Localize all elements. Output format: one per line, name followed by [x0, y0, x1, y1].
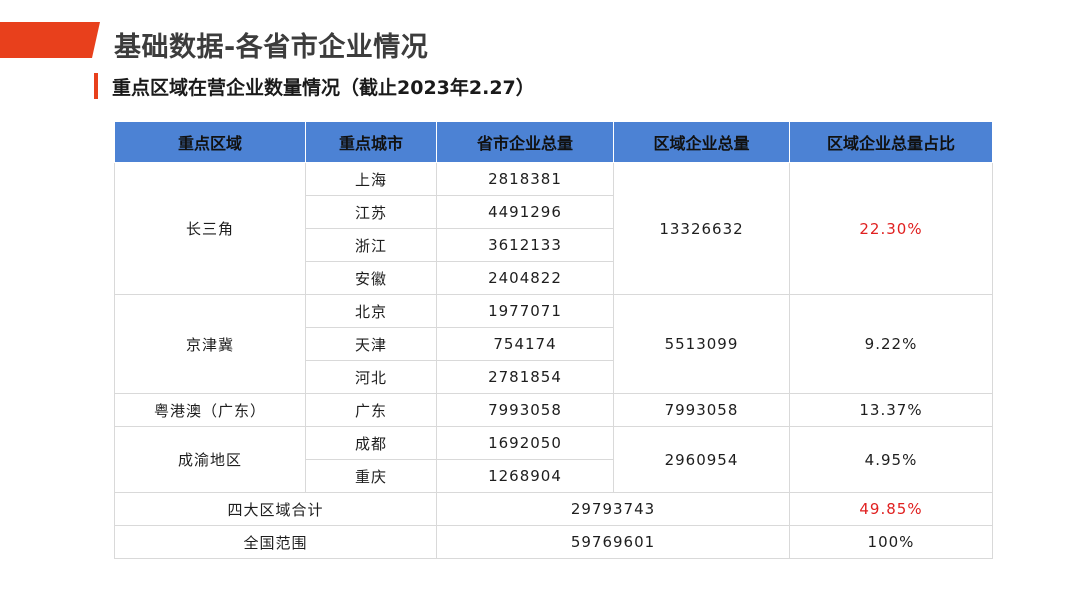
city-name: 河北 [305, 360, 437, 394]
city-count: 2818381 [436, 162, 614, 196]
region-name: 成渝地区 [114, 426, 306, 493]
city-count: 754174 [436, 327, 614, 361]
city-name: 广东 [305, 393, 437, 427]
summary-row: 全国范围 59769601 100% [114, 525, 993, 559]
city-name: 江苏 [305, 195, 437, 229]
city-count: 4491296 [436, 195, 614, 229]
enterprise-table: 重点区域 重点城市 省市企业总量 区域企业总量 区域企业总量占比 长三角 上海 … [114, 121, 993, 559]
column-header: 重点城市 [305, 121, 437, 163]
city-count: 1977071 [436, 294, 614, 328]
region-name: 长三角 [114, 162, 306, 295]
summary-value: 29793743 [436, 492, 790, 526]
city-name: 上海 [305, 162, 437, 196]
city-count: 2781854 [436, 360, 614, 394]
city-count: 1692050 [436, 426, 614, 460]
column-header: 区域企业总量 [613, 121, 790, 163]
table-row: 成渝地区 成都 1692050 2960954 4.95% [114, 426, 993, 493]
region-total: 7993058 [613, 393, 790, 427]
region-ratio: 9.22% [789, 294, 993, 394]
region-total: 2960954 [613, 426, 790, 493]
city-count: 3612133 [436, 228, 614, 262]
summary-ratio: 49.85% [789, 492, 993, 526]
region-total: 5513099 [613, 294, 790, 394]
summary-label: 四大区域合计 [114, 492, 437, 526]
table-row: 京津冀 北京 1977071 5513099 9.22% [114, 294, 993, 394]
column-header: 重点区域 [114, 121, 306, 163]
summary-value: 59769601 [436, 525, 790, 559]
page-title: 基础数据-各省市企业情况 [114, 32, 429, 63]
table-row: 长三角 上海 2818381 13326632 22.30% [114, 162, 993, 295]
column-header: 省市企业总量 [436, 121, 614, 163]
city-name: 北京 [305, 294, 437, 328]
city-count: 1268904 [436, 459, 614, 493]
city-name: 安徽 [305, 261, 437, 295]
column-header: 区域企业总量占比 [789, 121, 993, 163]
region-name: 京津冀 [114, 294, 306, 394]
summary-row: 四大区域合计 29793743 49.85% [114, 492, 993, 526]
page-subtitle: 重点区域在营企业数量情况（截止2023年2.27） [112, 77, 535, 99]
summary-ratio: 100% [789, 525, 993, 559]
summary-label: 全国范围 [114, 525, 437, 559]
subtitle-accent-bar [94, 73, 98, 99]
table-header-row: 重点区域 重点城市 省市企业总量 区域企业总量 区域企业总量占比 [114, 121, 993, 163]
city-name: 浙江 [305, 228, 437, 262]
region-name: 粤港澳（广东） [114, 393, 306, 427]
city-count: 7993058 [436, 393, 614, 427]
city-name: 天津 [305, 327, 437, 361]
table-row: 粤港澳（广东） 广东 7993058 7993058 13.37% [114, 393, 993, 427]
city-count: 2404822 [436, 261, 614, 295]
city-name: 成都 [305, 426, 437, 460]
region-total: 13326632 [613, 162, 790, 295]
region-ratio: 22.30% [789, 162, 993, 295]
city-name: 重庆 [305, 459, 437, 493]
region-ratio: 4.95% [789, 426, 993, 493]
region-ratio: 13.37% [789, 393, 993, 427]
title-accent-banner [0, 22, 100, 58]
